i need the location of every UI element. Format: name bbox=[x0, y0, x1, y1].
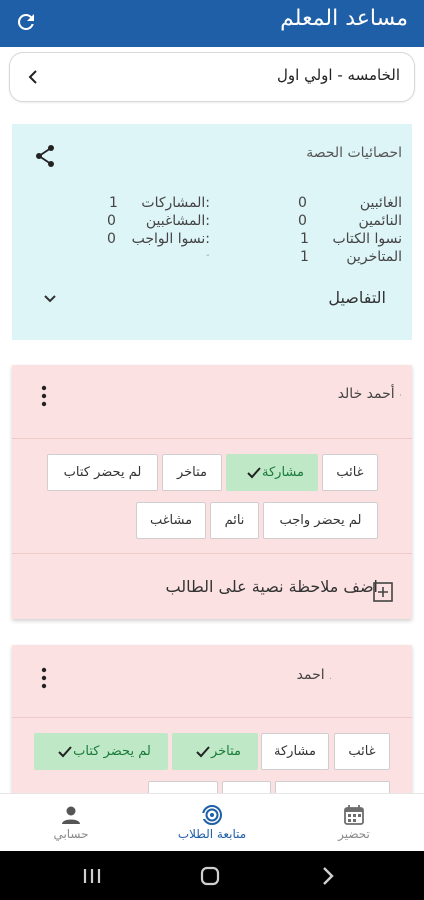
nav-student-tracking[interactable]: متابعة الطلاب bbox=[152, 794, 272, 852]
student-card: احمد . غائب مشاركة متاخر لم يحضر كتاب bbox=[12, 645, 412, 818]
bottom-navigation: تحضير متابعة الطلاب حسابي bbox=[0, 793, 424, 851]
nav-attendance[interactable]: تحضير bbox=[294, 794, 414, 852]
chevron-down-icon[interactable] bbox=[42, 292, 58, 306]
back-icon[interactable] bbox=[318, 866, 338, 886]
add-note-icon[interactable] bbox=[372, 581, 394, 603]
add-note-button[interactable]: اضف ملاحظة نصية على الطالب bbox=[166, 577, 378, 596]
stat-absent-label: الغائبين bbox=[359, 195, 402, 211]
more-options-icon[interactable] bbox=[40, 385, 48, 407]
chip-no-homework[interactable]: لم يحضر واجب bbox=[263, 502, 378, 539]
chip-no-book[interactable]: لم يحضر كتاب bbox=[34, 733, 168, 770]
nav-student-tracking-label: متابعة الطلاب bbox=[177, 827, 247, 841]
tracking-icon bbox=[201, 805, 222, 825]
stat-no-homework-label: نسوا الواجب: bbox=[131, 231, 210, 247]
recents-icon[interactable] bbox=[82, 866, 102, 886]
stat-disruptive-label: المشاغبين: bbox=[145, 213, 210, 229]
system-navigation-bar bbox=[0, 851, 424, 900]
chip-participation[interactable]: مشاركة bbox=[261, 733, 329, 770]
card-divider bbox=[12, 438, 412, 439]
stat-empty-value: - bbox=[206, 250, 210, 261]
class-selector[interactable]: الخامسه - اولي اول bbox=[9, 52, 415, 102]
chip-no-book[interactable]: لم يحضر كتاب bbox=[47, 454, 158, 491]
class-selector-value: الخامسه - اولي اول bbox=[277, 66, 400, 84]
check-icon bbox=[196, 745, 210, 757]
check-icon bbox=[247, 466, 261, 478]
chip-late[interactable]: متاخر bbox=[162, 454, 222, 491]
more-options-icon[interactable] bbox=[40, 667, 48, 689]
nav-account[interactable]: حسابي bbox=[11, 794, 131, 852]
stat-no-book-value: 1 bbox=[300, 231, 309, 247]
refresh-icon[interactable] bbox=[14, 10, 38, 34]
stat-participation-label: المشاركات: bbox=[141, 195, 210, 211]
calendar-icon bbox=[344, 805, 364, 825]
stat-disruptive-value: 0 bbox=[107, 213, 116, 229]
chip-absent[interactable]: غائب bbox=[334, 733, 390, 770]
nav-account-label: حسابي bbox=[53, 827, 89, 841]
nav-attendance-label: تحضير bbox=[338, 827, 370, 841]
student-name: احمد . bbox=[296, 667, 332, 683]
chevron-left-icon bbox=[28, 70, 37, 84]
stat-no-book-label: نسوا الكتاب bbox=[332, 231, 402, 247]
student-name: أحمد خالد · bbox=[337, 386, 402, 402]
student-card: أحمد خالد · غائب مشاركة متاخر لم يحضر كت… bbox=[12, 365, 412, 619]
person-icon bbox=[62, 806, 80, 824]
chip-sleeping[interactable]: نائم bbox=[210, 502, 259, 539]
chip-absent[interactable]: غائب bbox=[322, 454, 378, 491]
stat-late-label: المتاخرين bbox=[346, 249, 402, 265]
app-title: مساعد المعلم bbox=[280, 6, 408, 31]
stat-participation-value: 1 bbox=[109, 195, 118, 211]
details-toggle-label[interactable]: التفاصيل bbox=[328, 288, 386, 307]
stats-title: احصائيات الحصة bbox=[306, 145, 402, 161]
stat-absent-value: 0 bbox=[298, 195, 307, 211]
home-icon[interactable] bbox=[200, 866, 220, 886]
stat-sleeping-label: النائمين bbox=[358, 213, 402, 229]
chip-participation[interactable]: مشاركة bbox=[226, 454, 318, 491]
stat-no-homework-value: 0 bbox=[107, 231, 116, 247]
chip-disruptive[interactable]: مشاغب bbox=[136, 502, 206, 539]
app-bar: مساعد المعلم bbox=[0, 0, 424, 47]
stat-sleeping-value: 0 bbox=[298, 213, 307, 229]
card-divider bbox=[12, 717, 412, 718]
card-divider bbox=[12, 553, 412, 554]
share-icon[interactable] bbox=[34, 144, 56, 168]
session-stats-panel: احصائيات الحصة الغائبين 0 النائمين 0 نسو… bbox=[12, 124, 412, 340]
check-icon bbox=[58, 745, 72, 757]
chip-late[interactable]: متاخر bbox=[172, 733, 258, 770]
stat-late-value: 1 bbox=[300, 249, 309, 265]
